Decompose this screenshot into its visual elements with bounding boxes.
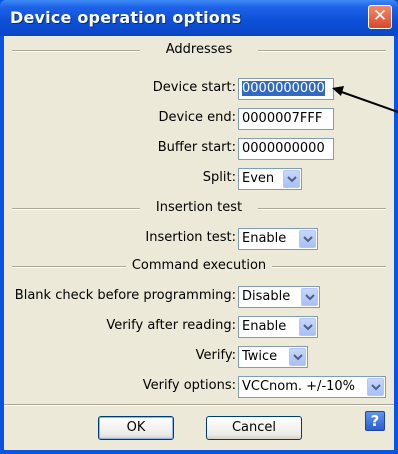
device-start-field[interactable]: 0000000000 [238,78,334,100]
blank-check-select[interactable]: Disable [238,286,320,308]
verify-select[interactable]: Twice [238,346,308,368]
button-separator [4,404,394,406]
ok-button[interactable]: OK [98,416,174,440]
buffer-start-label: Buffer start: [157,140,236,155]
section-addresses-label: Addresses [161,42,237,57]
insertion-test-value: Enable [242,231,287,246]
section-command-label: Command execution [127,258,271,273]
device-end-field[interactable]: 0000007FFF [238,108,334,130]
close-icon[interactable]: ✕ [368,5,392,29]
split-value: Even [242,171,275,186]
verify-options-label: Verify options: [142,378,236,393]
verify-value: Twice [242,349,278,364]
split-label: Split: [202,170,236,185]
blank-check-label: Blank check before programming: [14,288,236,303]
title-bar[interactable]: Device operation options ✕ [0,0,398,36]
dialog-window: Device operation options ✕ Addresses Dev… [0,0,398,454]
verify-after-reading-value: Enable [242,319,287,334]
insertion-test-label: Insertion test: [145,230,236,245]
section-insertion: Insertion test [4,200,394,216]
section-addresses: Addresses [4,42,394,58]
device-start-label: Device start: [152,80,236,95]
chevron-down-icon[interactable] [301,288,318,306]
insertion-test-select[interactable]: Enable [238,228,318,250]
verify-options-value: VCCnom. +/-10% [242,379,356,394]
chevron-down-icon[interactable] [283,170,300,188]
split-select[interactable]: Even [238,168,302,190]
section-insertion-label: Insertion test [151,200,247,215]
device-start-value: 0000000000 [242,81,325,96]
verify-after-reading-label: Verify after reading: [106,318,236,333]
window-title: Device operation options [10,8,242,27]
cancel-button[interactable]: Cancel [206,416,302,440]
section-command: Command execution [4,258,394,274]
arrow-icon [332,86,398,113]
chevron-down-icon[interactable] [299,230,316,248]
chevron-down-icon[interactable] [299,318,316,336]
help-icon[interactable]: ? [365,411,385,431]
verify-label: Verify: [195,348,236,363]
blank-check-value: Disable [242,289,291,304]
verify-options-select[interactable]: VCCnom. +/-10% [238,376,386,398]
window-bottom-border [0,450,398,454]
chevron-down-icon[interactable] [367,378,384,396]
chevron-down-icon[interactable] [289,348,306,366]
verify-after-reading-select[interactable]: Enable [238,316,318,338]
buffer-start-field[interactable]: 0000000000 [238,138,334,160]
device-end-label: Device end: [158,110,236,125]
